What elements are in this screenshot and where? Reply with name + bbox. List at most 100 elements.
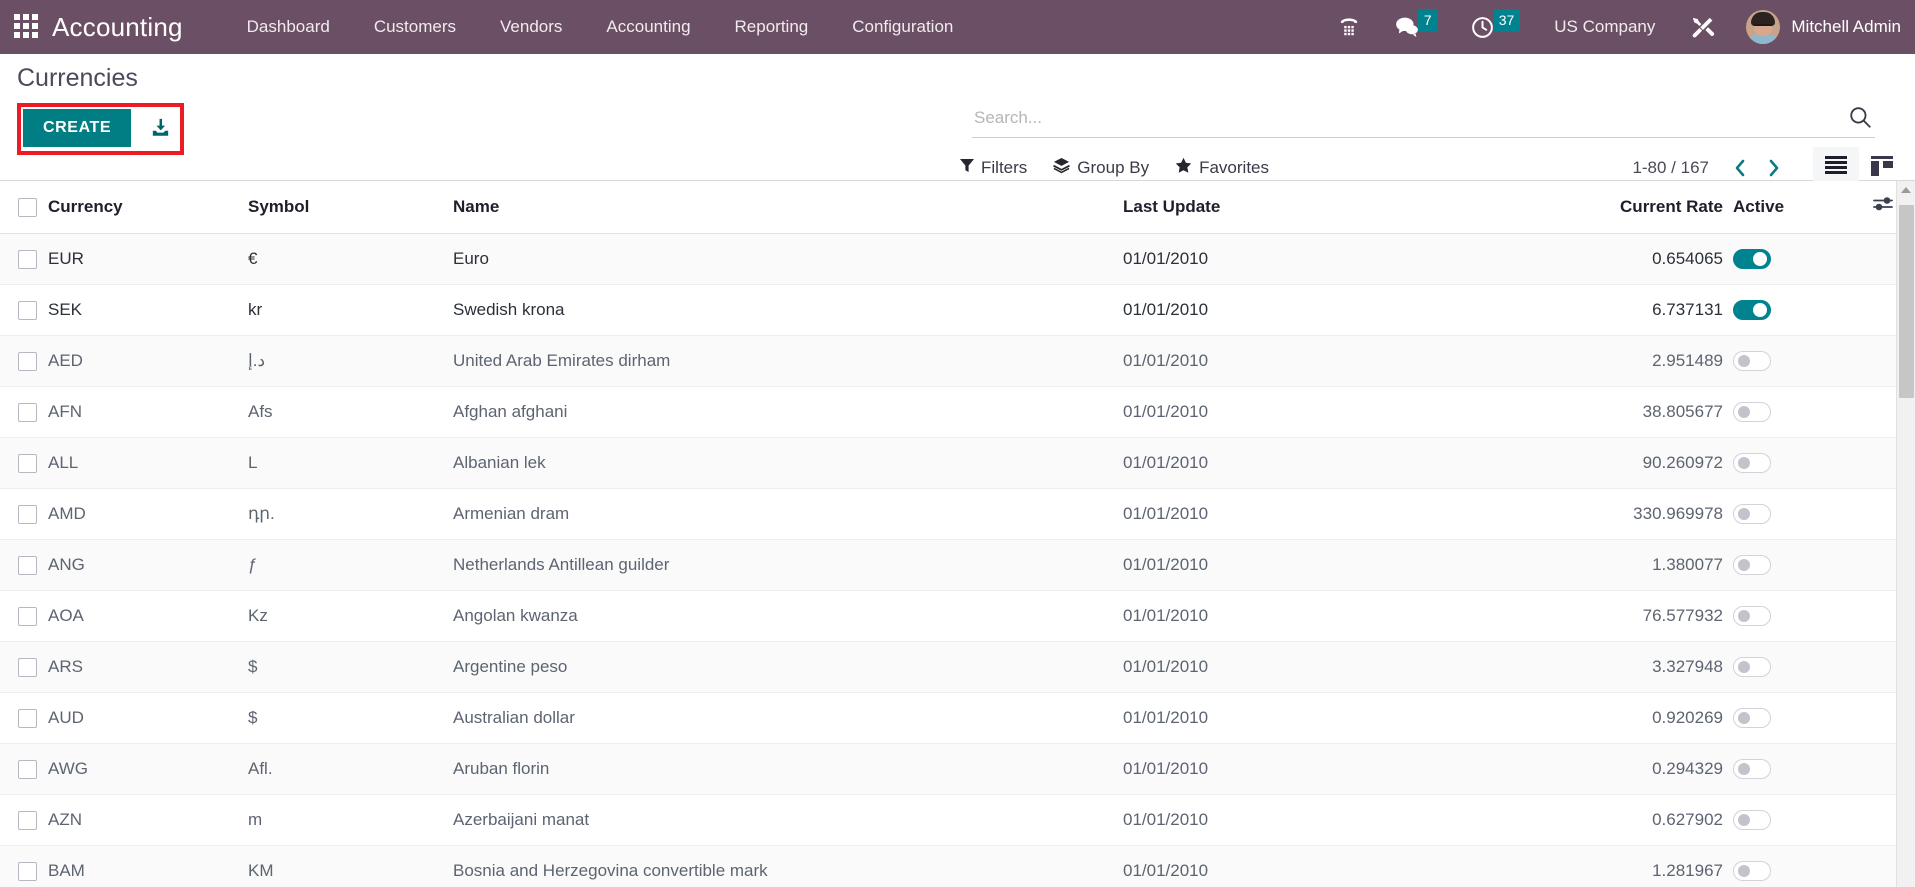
table-row[interactable]: AZN m Azerbaijani manat 01/01/2010 0.627902 <box>0 794 1913 845</box>
row-checkbox[interactable] <box>18 555 37 575</box>
active-toggle[interactable] <box>1733 809 1771 830</box>
row-select-cell <box>0 488 48 539</box>
menu-item-reporting[interactable]: Reporting <box>713 0 831 54</box>
active-toggle[interactable] <box>1733 350 1771 371</box>
menu-item-accounting[interactable]: Accounting <box>584 0 712 54</box>
active-toggle[interactable] <box>1733 605 1771 626</box>
row-checkbox[interactable] <box>18 351 37 371</box>
select-all-checkbox[interactable] <box>18 197 37 217</box>
company-switcher[interactable]: US Company <box>1536 17 1673 37</box>
cell-current-rate: 0.294329 <box>1652 758 1723 778</box>
cell-active <box>1733 284 1853 335</box>
column-header-name[interactable]: Name <box>453 181 1123 234</box>
cell-current-rate: 1.281967 <box>1652 860 1723 880</box>
table-row[interactable]: AFN Afs Afghan afghani 01/01/2010 38.805677 <box>0 386 1913 437</box>
active-toggle[interactable] <box>1733 299 1771 320</box>
messages-counter[interactable]: 7 <box>1378 0 1454 54</box>
table-row[interactable]: AWG Afl. Aruban florin 01/01/2010 0.294329 <box>0 743 1913 794</box>
cell-symbol: Kz <box>248 605 268 625</box>
group-by-button[interactable]: Group By <box>1053 157 1149 179</box>
import-download-icon[interactable] <box>145 114 176 141</box>
active-toggle[interactable] <box>1733 401 1771 422</box>
column-header-current-rate[interactable]: Current Rate <box>1503 181 1733 234</box>
table-row[interactable]: AUD $ Australian dollar 01/01/2010 0.920269 <box>0 692 1913 743</box>
row-checkbox[interactable] <box>18 402 37 422</box>
chevron-left-icon[interactable] <box>1723 157 1757 179</box>
cell-last-update: 01/01/2010 <box>1123 758 1209 778</box>
row-checkbox[interactable] <box>18 453 37 473</box>
search-input[interactable] <box>972 108 1847 130</box>
app-brand-accounting[interactable]: Accounting <box>52 12 183 43</box>
favorites-button[interactable]: Favorites <box>1175 157 1269 179</box>
row-select-cell <box>0 539 48 590</box>
column-header-currency[interactable]: Currency <box>48 181 248 234</box>
cell-name: Euro <box>453 248 489 268</box>
cell-current-rate: 76.577932 <box>1642 605 1723 625</box>
row-checkbox[interactable] <box>18 504 37 524</box>
wrench-screwdriver-icon[interactable] <box>1673 14 1732 41</box>
row-checkbox[interactable] <box>18 657 37 677</box>
filters-label: Filters <box>981 158 1028 177</box>
cell-current-rate: 0.920269 <box>1652 707 1723 727</box>
apps-grid-icon[interactable] <box>14 14 40 40</box>
user-menu[interactable]: Mitchell Admin <box>1732 10 1901 44</box>
group-by-label: Group By <box>1077 158 1150 177</box>
active-toggle[interactable] <box>1733 503 1771 524</box>
row-checkbox[interactable] <box>18 606 37 626</box>
cell-symbol: L <box>248 452 258 472</box>
column-header-active[interactable]: Active <box>1733 181 1853 234</box>
favorites-label: Favorites <box>1199 158 1270 177</box>
cell-last-update: 01/01/2010 <box>1123 554 1209 574</box>
cell-active <box>1733 335 1853 386</box>
phone-dialpad-icon[interactable] <box>1320 0 1378 54</box>
row-checkbox[interactable] <box>18 249 37 269</box>
menu-item-configuration[interactable]: Configuration <box>830 0 975 54</box>
messages-badge: 7 <box>1417 8 1438 32</box>
row-checkbox[interactable] <box>18 810 37 830</box>
cell-symbol: դր. <box>248 503 275 523</box>
table-row[interactable]: ARS $ Argentine peso 01/01/2010 3.327948 <box>0 641 1913 692</box>
active-toggle[interactable] <box>1733 758 1771 779</box>
active-toggle[interactable] <box>1733 452 1771 473</box>
cell-symbol: $ <box>248 707 258 727</box>
table-body: EUR € Euro 01/01/2010 0.654065 SEK kr Swedish k… <box>0 233 1913 887</box>
cell-symbol: m <box>248 809 263 829</box>
column-header-last-update[interactable]: Last Update <box>1123 181 1503 234</box>
table-row[interactable]: SEK kr Swedish krona 01/01/2010 6.737131 <box>0 284 1913 335</box>
create-button-highlight: CREATE <box>17 102 185 155</box>
create-button[interactable]: CREATE <box>23 108 132 147</box>
list-icon <box>1825 156 1847 180</box>
vertical-scrollbar[interactable] <box>1896 181 1915 887</box>
activities-counter[interactable]: 37 <box>1454 0 1537 54</box>
row-checkbox[interactable] <box>18 759 37 779</box>
cell-currency: AWG <box>48 758 88 778</box>
menu-item-customers[interactable]: Customers <box>352 0 478 54</box>
table-row[interactable]: EUR € Euro 01/01/2010 0.654065 <box>0 233 1913 284</box>
chevron-right-icon[interactable] <box>1757 157 1791 179</box>
active-toggle[interactable] <box>1733 707 1771 728</box>
cell-symbol: ƒ <box>248 554 258 574</box>
table-row[interactable]: AED د.إ United Arab Emirates dirham 01/01/2… <box>0 335 1913 386</box>
table-row[interactable]: BAM KM Bosnia and Herzegovina convertible … <box>0 845 1913 887</box>
scrollbar-thumb[interactable] <box>1899 205 1914 398</box>
table-row[interactable]: ALL L Albanian lek 01/01/2010 90.260972 <box>0 437 1913 488</box>
select-all-cell <box>0 181 48 234</box>
active-toggle[interactable] <box>1733 656 1771 677</box>
active-toggle[interactable] <box>1733 860 1771 881</box>
active-toggle[interactable] <box>1733 248 1771 269</box>
search-icon[interactable] <box>1847 104 1875 130</box>
scroll-up-arrow-icon[interactable] <box>1897 181 1915 199</box>
row-checkbox[interactable] <box>18 300 37 320</box>
active-toggle[interactable] <box>1733 554 1771 575</box>
table-row[interactable]: AOA Kz Angolan kwanza 01/01/2010 76.577932 <box>0 590 1913 641</box>
menu-item-dashboard[interactable]: Dashboard <box>225 0 352 54</box>
menu-item-vendors[interactable]: Vendors <box>478 0 584 54</box>
column-header-symbol[interactable]: Symbol <box>248 181 453 234</box>
row-checkbox[interactable] <box>18 708 37 728</box>
main-menu: Dashboard Customers Vendors Accounting R… <box>225 0 976 54</box>
cell-current-rate: 0.627902 <box>1652 809 1723 829</box>
filters-button[interactable]: Filters <box>960 158 1027 178</box>
table-row[interactable]: AMD դր. Armenian dram 01/01/2010 330.969978 <box>0 488 1913 539</box>
table-row[interactable]: ANG ƒ Netherlands Antillean guilder 01/01/2… <box>0 539 1913 590</box>
row-checkbox[interactable] <box>18 861 37 881</box>
